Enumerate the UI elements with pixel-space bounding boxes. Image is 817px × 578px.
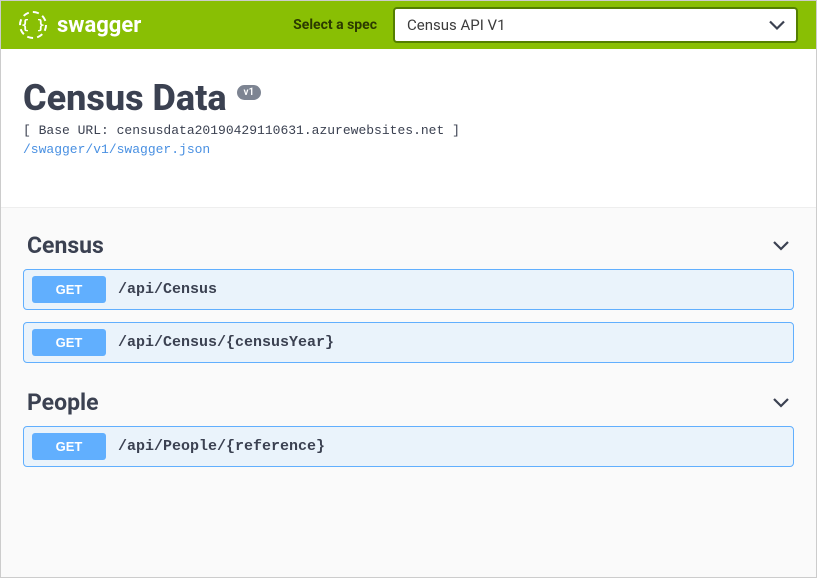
swagger-logo-text: swagger <box>57 13 141 38</box>
spec-select-label: Select a spec <box>293 17 377 33</box>
operations-container: Census GET /api/Census GET /api/Census/{… <box>1 208 816 499</box>
spec-select-value[interactable]: Census API V1 <box>393 7 798 43</box>
operation-get-people-reference[interactable]: GET /api/People/{reference} <box>23 426 794 467</box>
base-url: [ Base URL: censusdata20190429110631.azu… <box>23 123 794 138</box>
method-badge: GET <box>32 276 106 303</box>
operation-path: /api/People/{reference} <box>118 438 325 455</box>
chevron-down-icon <box>772 236 790 255</box>
version-badge: v1 <box>237 85 262 100</box>
operation-get-census[interactable]: GET /api/Census <box>23 269 794 310</box>
tag-name: Census <box>27 232 772 259</box>
api-title: Census Data <box>23 77 227 119</box>
method-badge: GET <box>32 329 106 356</box>
method-badge: GET <box>32 433 106 460</box>
spec-select[interactable]: Census API V1 <box>393 7 798 43</box>
operation-path: /api/Census/{censusYear} <box>118 334 334 351</box>
swagger-json-link[interactable]: /swagger/v1/swagger.json <box>23 142 210 157</box>
tag-people[interactable]: People <box>23 375 794 426</box>
tag-census[interactable]: Census <box>23 218 794 269</box>
operation-path: /api/Census <box>118 281 217 298</box>
swagger-logo-icon: { } <box>19 11 47 39</box>
info-section: Census Data v1 [ Base URL: censusdata201… <box>1 49 816 208</box>
tag-name: People <box>27 389 772 416</box>
chevron-down-icon <box>772 393 790 412</box>
operation-get-census-year[interactable]: GET /api/Census/{censusYear} <box>23 322 794 363</box>
topbar: { } swagger Select a spec Census API V1 <box>1 1 816 49</box>
